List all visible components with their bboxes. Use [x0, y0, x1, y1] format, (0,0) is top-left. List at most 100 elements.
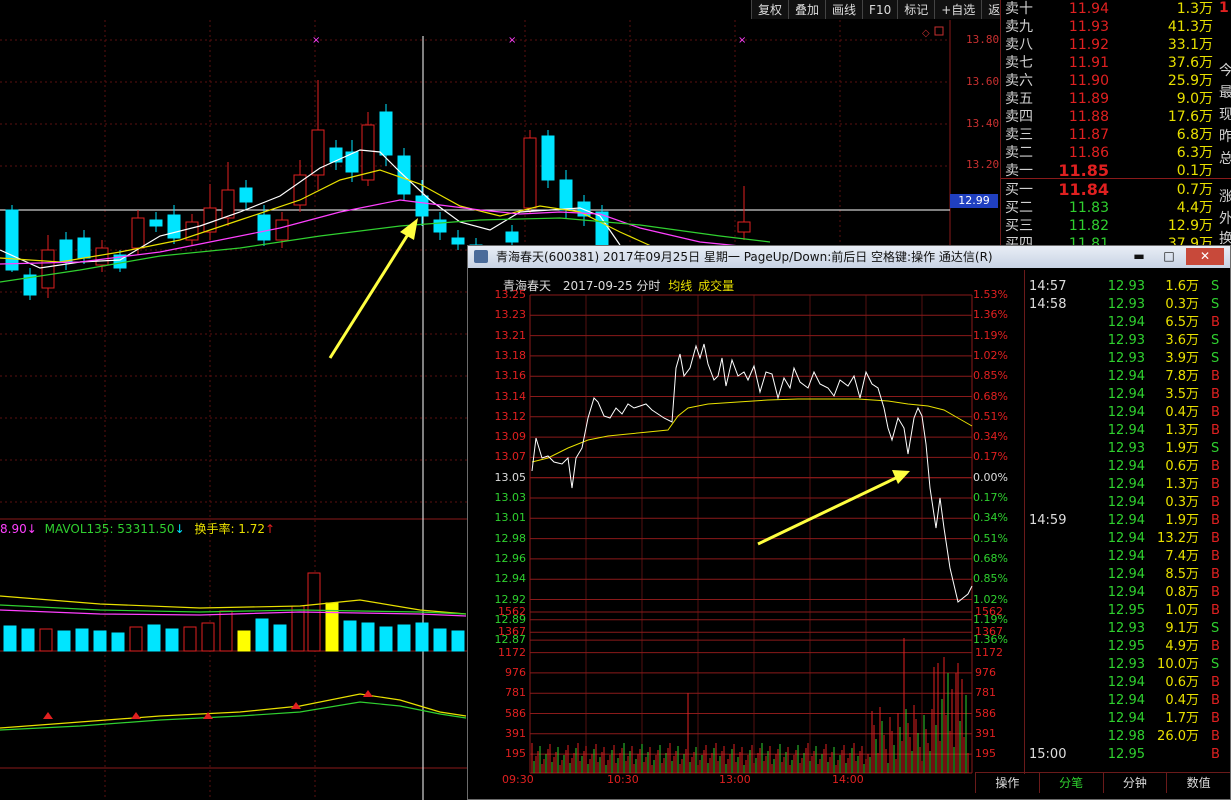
popup-titlebar[interactable]: 青海春天(600381) 2017年09月25日 星期一 PageUp/Down… [468, 246, 1230, 268]
volume-axis-label: 976 [505, 665, 526, 679]
tick-side: B [1211, 495, 1220, 510]
side-info-char: 今 [1219, 63, 1231, 79]
app-icon [474, 250, 488, 263]
tick-side: B [1211, 567, 1220, 582]
row-price: 11.87 [1068, 127, 1109, 143]
percent-axis-label: 1.53% [973, 288, 1008, 301]
tick-side: B [1211, 387, 1220, 402]
row-volume: 9.0万 [1176, 91, 1213, 107]
bid-row: 买二 11.83 4.4万 [1001, 199, 1231, 217]
row-price: 11.92 [1068, 37, 1109, 53]
tick-row: 12.94 7.4万 B [1025, 548, 1230, 566]
tick-row: 12.94 6.5万 B [1025, 314, 1230, 332]
tick-price: 12.95 [1107, 639, 1145, 654]
annotation-arrow [328, 218, 418, 359]
volume-bar [379, 626, 393, 652]
volume-bar [237, 630, 251, 652]
intraday-chart[interactable] [468, 268, 1024, 798]
row-volume: 0.7万 [1176, 182, 1213, 198]
restore-rights-button[interactable]: 复权 [751, 0, 789, 19]
volume-bar [21, 628, 35, 652]
percent-axis-label: 0.68% [973, 551, 1008, 565]
tick-price: 12.94 [1107, 711, 1145, 726]
ask-row: 卖七 11.91 37.6万 [1001, 54, 1231, 72]
chart-date: 2017-09-25 分时 [562, 279, 661, 293]
tick-volume: 13.2万 [1157, 531, 1199, 546]
row-volume: 4.4万 [1176, 200, 1213, 216]
candle [505, 231, 519, 243]
tick-row: 12.94 1.3万 B [1025, 476, 1230, 494]
candle [221, 189, 235, 219]
tick-side: B [1211, 369, 1220, 384]
tick-list[interactable]: 14:57 12.93 1.6万 S 14:58 12.93 0.3万 S 12.94 6.5万 B… [1024, 270, 1231, 774]
candle [41, 249, 55, 289]
tick-volume: 3.9万 [1165, 351, 1199, 366]
price-axis-label: 12.92 [494, 592, 527, 606]
side-info-char: 最 [1219, 85, 1231, 101]
tick-side: B [1211, 459, 1220, 474]
ask-row: 卖四 11.88 17.6万 [1001, 108, 1231, 126]
percent-axis-label: 0.17% [973, 450, 1008, 464]
volume-axis-label: 586 [505, 706, 526, 720]
tick-side: B [1211, 405, 1220, 420]
tick-row: 14:57 12.93 1.6万 S [1025, 278, 1230, 296]
tick-side: B [1211, 423, 1220, 438]
row-price: 11.89 [1068, 91, 1109, 107]
tick-volume: 1.9万 [1165, 513, 1199, 528]
side-info-char: 昨 [1219, 129, 1231, 145]
toolbar: 复权 叠加 画线 F10 标记 +自选 返回 [751, 0, 1019, 19]
maximize-icon[interactable]: □ [1156, 248, 1182, 265]
volume-bar [273, 624, 287, 652]
tab-ticks[interactable]: 分笔 [1038, 773, 1103, 793]
overlay-button[interactable]: 叠加 [788, 0, 826, 19]
mark-button[interactable]: 标记 [897, 0, 935, 19]
percent-axis-label: 0.68% [973, 389, 1008, 403]
tick-row: 12.94 0.6万 B [1025, 674, 1230, 692]
tick-side: B [1211, 549, 1220, 564]
tick-volume: 1.3万 [1165, 423, 1199, 438]
minimize-icon[interactable]: ▬ [1126, 248, 1152, 265]
candle [595, 211, 609, 246]
price-axis-label: 13.07 [494, 450, 527, 464]
tick-row: 12.94 0.6万 B [1025, 458, 1230, 476]
volume-bar [397, 624, 411, 652]
tab-minute[interactable]: 分钟 [1102, 773, 1167, 793]
up-arrow-icon: ↑ [265, 522, 276, 536]
tick-side: B [1211, 477, 1220, 492]
buy-signal-icon [43, 712, 53, 719]
volume-axis-label: 586 [975, 706, 996, 720]
marker-icon: × [508, 35, 516, 46]
row-label: 卖十 [1005, 1, 1033, 17]
row-label: 卖三 [1005, 127, 1033, 143]
row-volume: 6.3万 [1176, 145, 1213, 161]
volume-axis-label: 1367 [498, 625, 526, 639]
candle [329, 147, 343, 163]
candle [77, 237, 91, 259]
percent-axis-label: 0.85% [973, 369, 1008, 383]
row-volume: 12.9万 [1167, 218, 1213, 234]
close-icon[interactable]: ✕ [1186, 248, 1224, 265]
tab-values[interactable]: 数值 [1166, 773, 1230, 793]
tick-row: 12.93 3.9万 S [1025, 350, 1230, 368]
tab-operate[interactable]: 操作 [975, 773, 1039, 793]
price-axis-label: 13.23 [494, 308, 527, 322]
volume-bar [451, 630, 465, 652]
draw-line-button[interactable]: 画线 [825, 0, 863, 19]
tick-volume: 1.0万 [1165, 603, 1199, 618]
tick-price: 12.94 [1107, 585, 1145, 600]
tick-volume: 0.3万 [1165, 297, 1199, 312]
tick-volume: 1.6万 [1165, 279, 1199, 294]
f10-button[interactable]: F10 [862, 0, 898, 19]
percent-axis-label: 1.02% [973, 592, 1008, 606]
candle [559, 179, 573, 211]
candle [523, 137, 537, 209]
percent-axis-label: 1.02% [973, 348, 1008, 362]
diamond-icon: ◇ [922, 28, 930, 39]
tick-price: 12.94 [1107, 387, 1145, 402]
tick-volume: 3.6万 [1165, 333, 1199, 348]
box-icon [934, 26, 944, 36]
tick-row: 15:00 12.95 B [1025, 746, 1230, 764]
tick-time: 14:58 [1029, 297, 1067, 312]
add-watchlist-button[interactable]: +自选 [934, 0, 982, 19]
volume-bar [147, 624, 161, 652]
